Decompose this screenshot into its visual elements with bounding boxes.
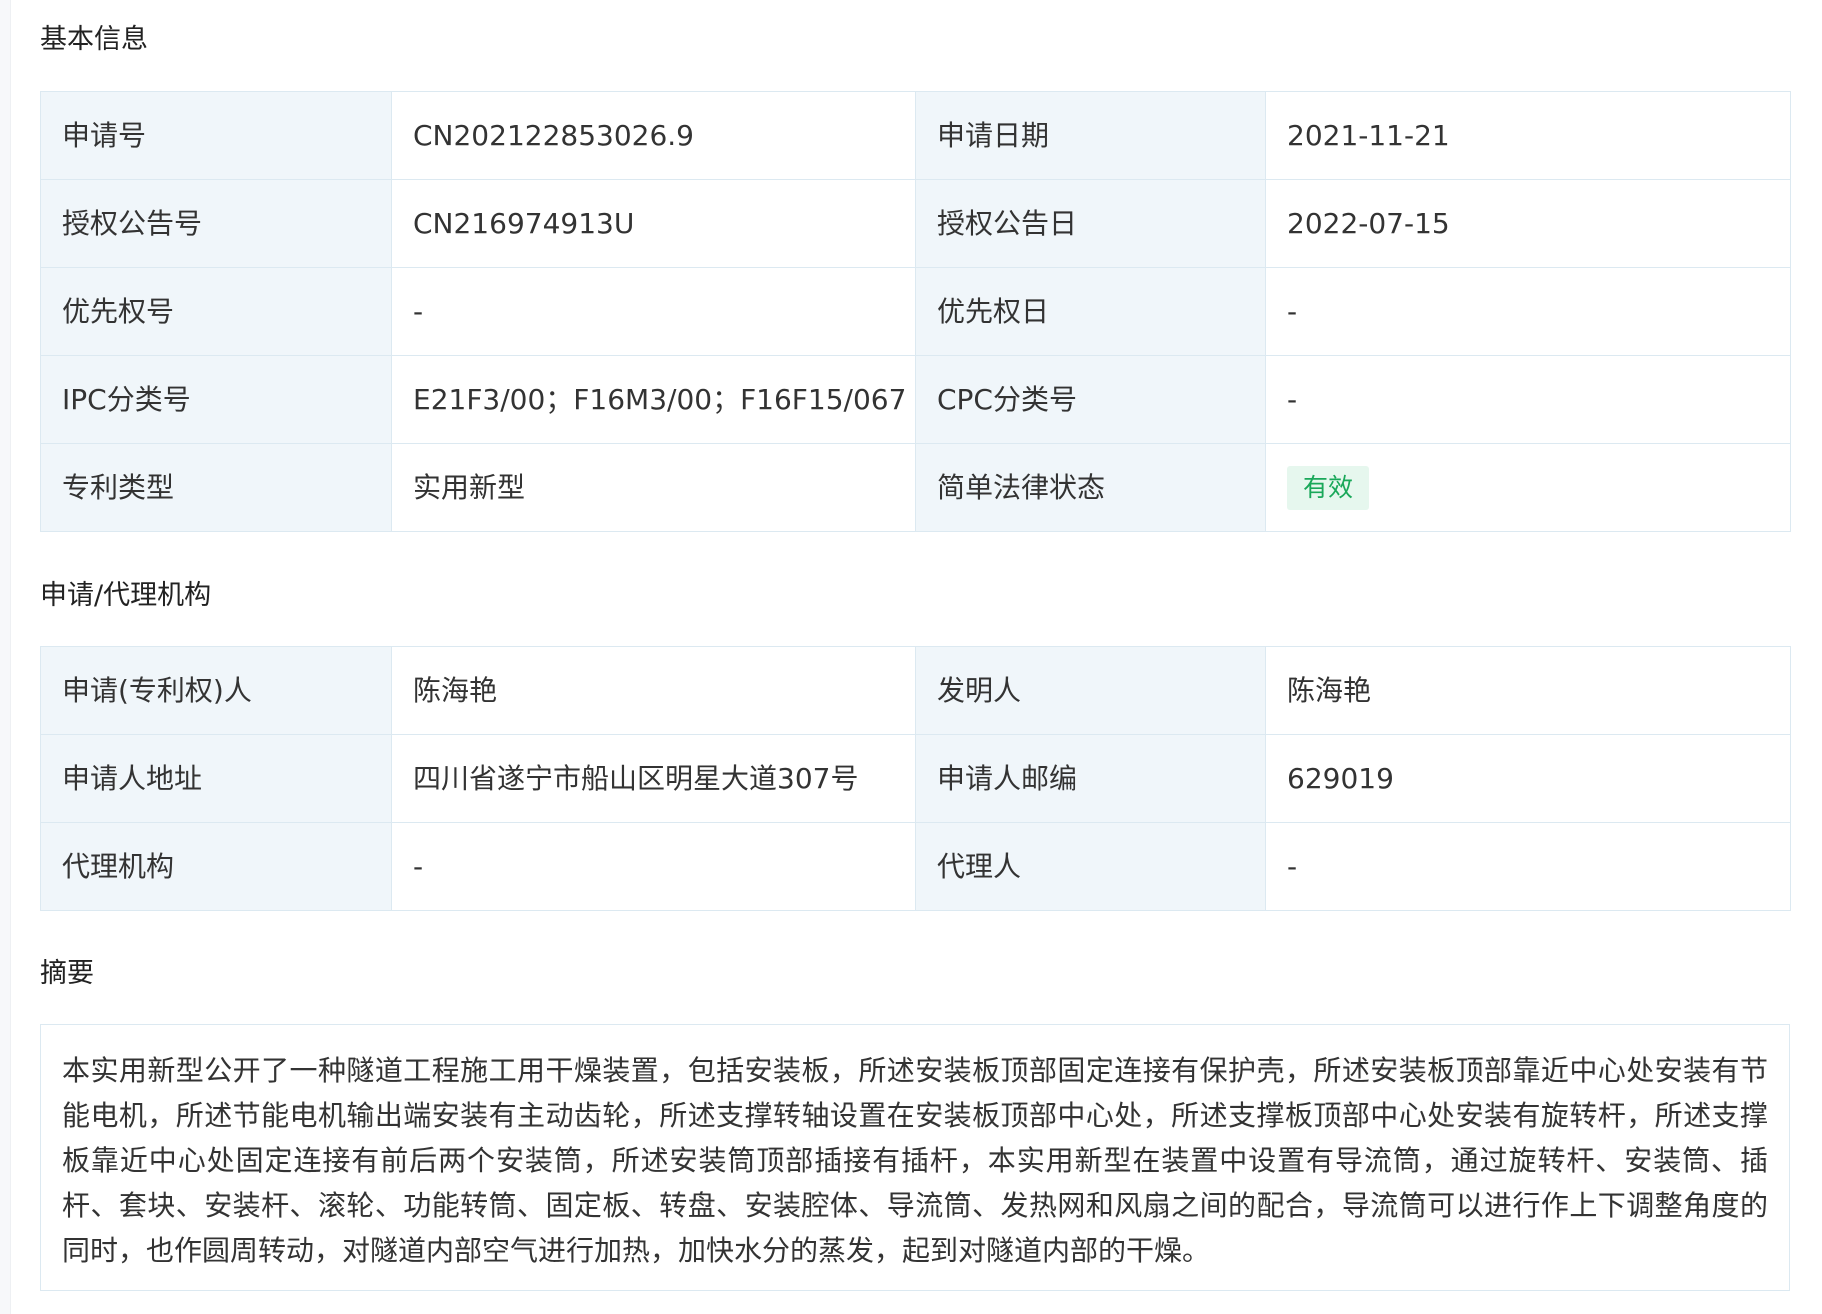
value-legal-status-cell: 有效 — [1265, 443, 1791, 532]
value-ipc-classification: E21F3/00；F16M3/00；F16F15/067 — [391, 355, 916, 444]
section-title-applicant-agency: 申请/代理机构 — [40, 580, 212, 611]
patent-detail-page: 基本信息 申请号 CN202122853026.9 申请日期 2021-11-2… — [0, 0, 1822, 1314]
value-patent-type: 实用新型 — [391, 443, 916, 532]
value-grant-publication-date: 2022-07-15 — [1265, 179, 1791, 268]
table-row: 申请(专利权)人 陈海艳 发明人 陈海艳 — [40, 646, 1791, 735]
table-row: 申请人地址 四川省遂宁市船山区明星大道307号 申请人邮编 629019 — [40, 734, 1791, 823]
value-applicant-postcode: 629019 — [1265, 734, 1791, 823]
value-priority-date: - — [1265, 267, 1791, 356]
value-inventor: 陈海艳 — [1265, 646, 1791, 735]
left-edge-strip — [0, 0, 11, 1314]
label-applicant-postcode: 申请人邮编 — [915, 734, 1266, 823]
value-applicant-address: 四川省遂宁市船山区明星大道307号 — [391, 734, 916, 823]
table-row: 代理机构 - 代理人 - — [40, 822, 1791, 911]
label-agent: 代理人 — [915, 822, 1266, 911]
basic-info-table: 申请号 CN202122853026.9 申请日期 2021-11-21 授权公… — [40, 91, 1791, 532]
value-priority-number: - — [391, 267, 916, 356]
value-agency: - — [391, 822, 916, 911]
value-grant-publication-number: CN216974913U — [391, 179, 916, 268]
table-row: 申请号 CN202122853026.9 申请日期 2021-11-21 — [40, 91, 1791, 180]
value-application-number: CN202122853026.9 — [391, 91, 916, 180]
label-applicant-address: 申请人地址 — [40, 734, 392, 823]
label-grant-publication-number: 授权公告号 — [40, 179, 392, 268]
label-agency: 代理机构 — [40, 822, 392, 911]
value-agent: - — [1265, 822, 1791, 911]
label-patent-type: 专利类型 — [40, 443, 392, 532]
section-title-basic-info: 基本信息 — [40, 24, 148, 55]
value-applicant: 陈海艳 — [391, 646, 916, 735]
section-title-abstract: 摘要 — [40, 958, 94, 989]
label-cpc-classification: CPC分类号 — [915, 355, 1266, 444]
status-badge: 有效 — [1287, 465, 1370, 510]
label-inventor: 发明人 — [915, 646, 1266, 735]
table-row: IPC分类号 E21F3/00；F16M3/00；F16F15/067 CPC分… — [40, 355, 1791, 444]
label-ipc-classification: IPC分类号 — [40, 355, 392, 444]
value-cpc-classification: - — [1265, 355, 1791, 444]
label-application-number: 申请号 — [40, 91, 392, 180]
label-application-date: 申请日期 — [915, 91, 1266, 180]
abstract-text: 本实用新型公开了一种隧道工程施工用干燥装置，包括安装板，所述安装板顶部固定连接有… — [40, 1024, 1790, 1291]
label-priority-number: 优先权号 — [40, 267, 392, 356]
label-legal-status: 简单法律状态 — [915, 443, 1266, 532]
label-grant-publication-date: 授权公告日 — [915, 179, 1266, 268]
label-priority-date: 优先权日 — [915, 267, 1266, 356]
value-application-date: 2021-11-21 — [1265, 91, 1791, 180]
label-applicant: 申请(专利权)人 — [40, 646, 392, 735]
applicant-agency-table: 申请(专利权)人 陈海艳 发明人 陈海艳 申请人地址 四川省遂宁市船山区明星大道… — [40, 646, 1791, 911]
table-row: 优先权号 - 优先权日 - — [40, 267, 1791, 356]
table-row: 专利类型 实用新型 简单法律状态 有效 — [40, 443, 1791, 532]
table-row: 授权公告号 CN216974913U 授权公告日 2022-07-15 — [40, 179, 1791, 268]
